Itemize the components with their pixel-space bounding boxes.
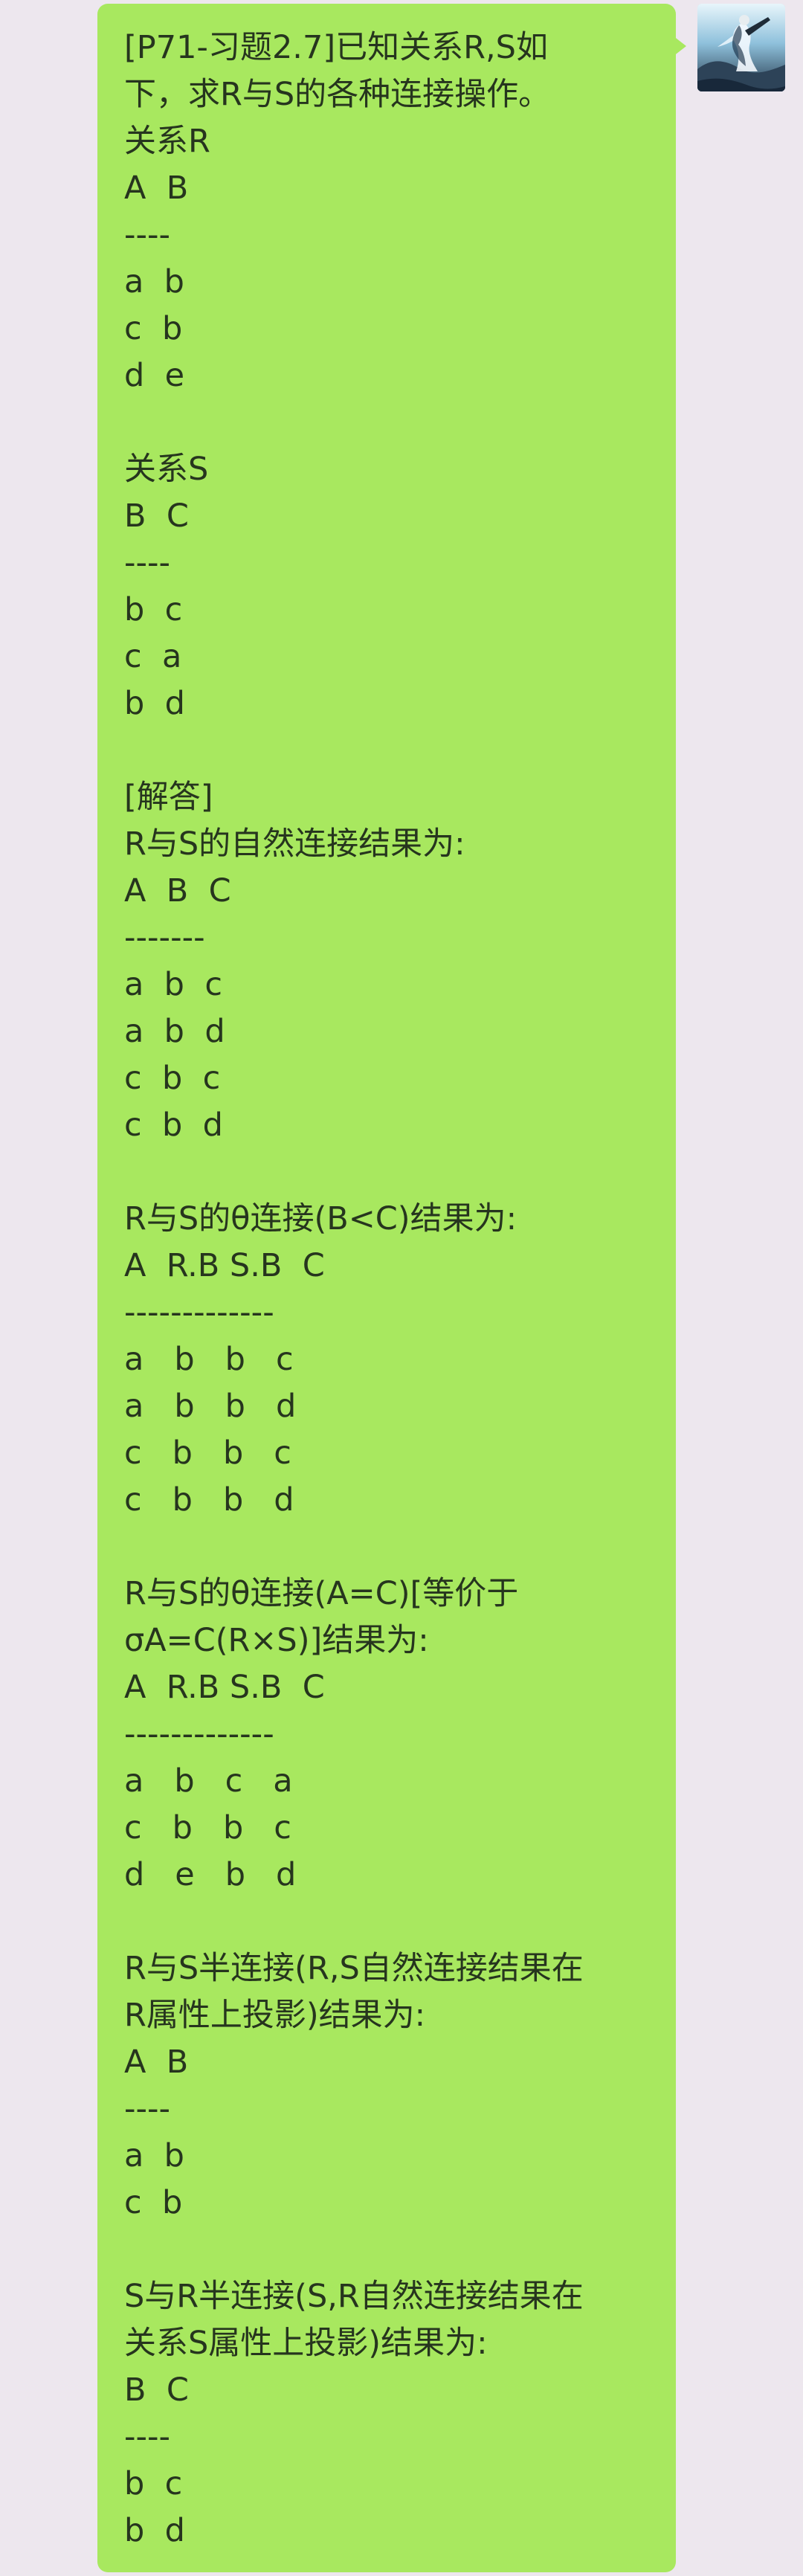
message-line: c b b c xyxy=(124,1434,291,1472)
message-line: c b c xyxy=(124,1060,221,1097)
message-line: ------- xyxy=(124,919,205,956)
message-line: [P71-习题2.7]已知关系R,S如 xyxy=(124,29,548,66)
message-line: a b d xyxy=(124,1013,225,1050)
blank-message-line xyxy=(124,1899,649,1945)
blank-message-line xyxy=(124,399,649,446)
message-line: R与S的自然连接结果为: xyxy=(124,825,465,863)
message-line: ---- xyxy=(124,216,171,254)
message-line: d e xyxy=(124,357,185,394)
message-line: σA=C(R×S)]结果为: xyxy=(124,1622,429,1659)
message-line: c b b d xyxy=(124,1481,294,1519)
chat-area: [P71-习题2.7]已知关系R,S如 下，求R与S的各种连接操作。 关系R A… xyxy=(0,0,803,2576)
message-line: 关系S xyxy=(124,451,209,488)
message-line: ---- xyxy=(124,544,171,582)
avatar[interactable] xyxy=(697,4,785,91)
message-line: S与R半连接(S,R自然连接结果在 xyxy=(124,2278,584,2315)
message-line: c b b c xyxy=(124,1809,291,1846)
message-bubble[interactable]: [P71-习题2.7]已知关系R,S如 下，求R与S的各种连接操作。 关系R A… xyxy=(97,4,676,2572)
blank-message-line xyxy=(124,1149,649,1196)
message-line: ------------- xyxy=(124,1716,274,1753)
message-line: ---- xyxy=(124,2418,171,2456)
message-line: A R.B S.B C xyxy=(124,1247,325,1284)
message-line: R属性上投影)结果为: xyxy=(124,1997,426,2034)
outgoing-message-row: [P71-习题2.7]已知关系R,S如 下，求R与S的各种连接操作。 关系R A… xyxy=(0,0,803,2576)
message-line: c b xyxy=(124,2184,183,2221)
message-line: b c xyxy=(124,2465,183,2502)
blank-message-line xyxy=(124,2226,649,2273)
message-line: c a xyxy=(124,638,182,675)
message-line: 关系S属性上投影)结果为: xyxy=(124,2325,488,2362)
message-line: c b xyxy=(124,310,183,347)
message-line: R与S的θ连接(B<C)结果为: xyxy=(124,1200,517,1237)
message-line: A B xyxy=(124,2044,189,2081)
message-line: B C xyxy=(124,2371,189,2409)
message-line: R与S半连接(R,S自然连接结果在 xyxy=(124,1950,584,1987)
message-line: 关系R xyxy=(124,123,210,160)
message-line: [解答] xyxy=(124,779,213,816)
message-line: a b xyxy=(124,2137,184,2174)
message-line: 下，求R与S的各种连接操作。 xyxy=(124,76,551,113)
message-line: ------------- xyxy=(124,1294,274,1331)
message-line: c b d xyxy=(124,1107,223,1144)
message-line: R与S的θ连接(A=C)[等价于 xyxy=(124,1575,519,1612)
message-line: a b b c xyxy=(124,1341,294,1378)
avatar-image-icon xyxy=(697,4,785,91)
blank-message-line xyxy=(124,1524,649,1571)
message-line: b c xyxy=(124,591,183,628)
message-line: a b b d xyxy=(124,1388,297,1425)
message-line: A B xyxy=(124,170,189,207)
message-bubble-tail xyxy=(673,36,686,57)
message-line: A B C xyxy=(124,872,231,909)
message-line: a b c xyxy=(124,966,222,1003)
message-line: b d xyxy=(124,685,185,722)
message-line: a b c a xyxy=(124,1762,293,1800)
message-line: A R.B S.B C xyxy=(124,1669,325,1706)
message-line: B C xyxy=(124,498,189,535)
blank-message-line xyxy=(124,727,649,774)
message-line: a b xyxy=(124,263,184,300)
message-line: d e b d xyxy=(124,1856,297,1893)
message-line: ---- xyxy=(124,2090,171,2128)
message-line: b d xyxy=(124,2512,185,2549)
